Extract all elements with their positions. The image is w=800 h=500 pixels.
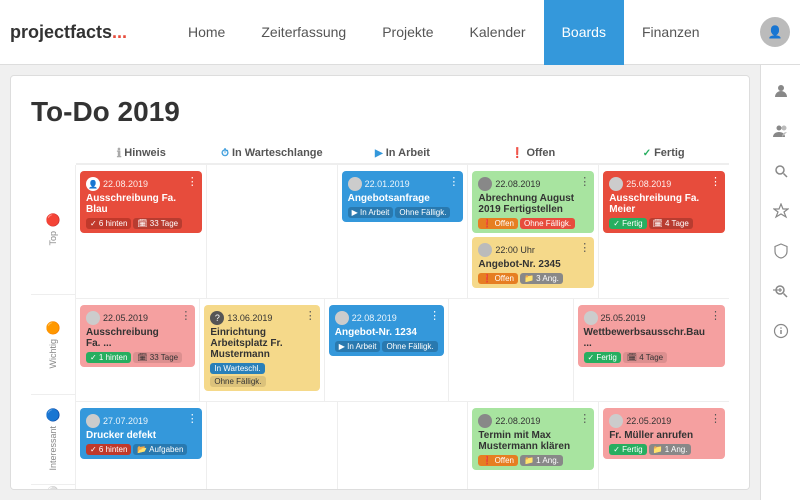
cell-top-fertig: 25.08.2019 Ausschreibung Fa. Meier ⋮ ✓ F… bbox=[599, 165, 729, 298]
board-title: To-Do 2019 bbox=[31, 96, 729, 128]
cell-int-hinweis: 27.07.2019 Drucker defekt ⋮ ✓ 6 hinten 📂… bbox=[76, 402, 207, 490]
sidebar-icon-info[interactable] bbox=[765, 315, 797, 347]
cell-wichtig-hinweis: 22.05.2019 Ausschreibung Fa. ... ⋮ ✓ 1 h… bbox=[76, 299, 200, 401]
cell-top-arbeit: 22.01.2019 Angebotsanfrage ⋮ ▶ In Arbeit… bbox=[338, 165, 469, 298]
cell-int-arbeit bbox=[338, 402, 469, 490]
row-labels: 🔴 Top 🟠 Wichtig 🔵 Interessant ⚪ Niedrige… bbox=[31, 165, 76, 490]
nav-zeiterfassung[interactable]: Zeiterfassung bbox=[243, 0, 364, 65]
sidebar-icon-shield[interactable] bbox=[765, 235, 797, 267]
cell-top-warteschlange bbox=[207, 165, 338, 298]
sidebar-icon-search[interactable] bbox=[765, 155, 797, 187]
card-termin-max[interactable]: 22.08.2019 Termin mit Max Mustermann klä… bbox=[472, 408, 594, 470]
board-row-wichtig: 22.05.2019 Ausschreibung Fa. ... ⋮ ✓ 1 h… bbox=[76, 299, 729, 402]
sidebar-icon-zoom[interactable] bbox=[765, 275, 797, 307]
card-fr-mueller[interactable]: 22.05.2019 Fr. Müller anrufen ⋮ ✓ Fertig… bbox=[603, 408, 725, 459]
card-angebotsanfrage[interactable]: 22.01.2019 Angebotsanfrage ⋮ ▶ In Arbeit… bbox=[342, 171, 464, 222]
card-drucker[interactable]: 27.07.2019 Drucker defekt ⋮ ✓ 6 hinten 📂… bbox=[80, 408, 202, 459]
col-header-arbeit: ▶ In Arbeit bbox=[337, 143, 468, 165]
nav-kalender[interactable]: Kalender bbox=[452, 0, 544, 65]
nav-right: 👤 bbox=[760, 17, 790, 47]
row-label-wichtig: 🟠 Wichtig bbox=[31, 295, 76, 395]
board-content: To-Do 2019 🔴 Top 🟠 Wichtig 🔵 Interessan bbox=[10, 75, 750, 490]
card-angebot-2345[interactable]: 22:00 Uhr Angebot-Nr. 2345 ⋮ ❗ Offen 📁 3… bbox=[472, 237, 594, 288]
card-ausschreibung-meier[interactable]: 25.08.2019 Ausschreibung Fa. Meier ⋮ ✓ F… bbox=[603, 171, 725, 233]
col-header-fertig: ✓ Fertig bbox=[598, 143, 729, 165]
card-wettbewerb[interactable]: 25.05.2019 Wettbewerbsausschr.Bau ... ⋮ … bbox=[578, 305, 726, 367]
cell-top-hinweis: 👤 22.08.2019 Ausschreibung Fa. Blau ⋮ ✓ … bbox=[76, 165, 207, 298]
sidebar-icon-person[interactable] bbox=[765, 75, 797, 107]
cell-wichtig-fertig: 25.05.2019 Wettbewerbsausschr.Bau ... ⋮ … bbox=[574, 299, 730, 401]
nav-boards[interactable]: Boards bbox=[544, 0, 624, 65]
cell-wichtig-warteschlange: ? 13.06.2019 Einrichtung Arbeitsplatz Fr… bbox=[200, 299, 324, 401]
cell-wichtig-offen bbox=[449, 299, 573, 401]
board-row-top: 👤 22.08.2019 Ausschreibung Fa. Blau ⋮ ✓ … bbox=[76, 165, 729, 299]
cell-top-offen: 22.08.2019 Abrechnung August 2019 Fertig… bbox=[468, 165, 599, 298]
main-container: To-Do 2019 🔴 Top 🟠 Wichtig 🔵 Interessan bbox=[0, 65, 800, 500]
col-header-offen: ❗ Offen bbox=[468, 143, 599, 165]
sidebar-icon-star[interactable] bbox=[765, 195, 797, 227]
row-label-top: 🔴 Top bbox=[31, 165, 76, 295]
nav-finanzen[interactable]: Finanzen bbox=[624, 0, 718, 65]
columns-area: ℹ Hinweis ⏱ In Warteschlange ▶ In Arbeit bbox=[76, 143, 729, 490]
card-einrichtung-arbeitsplatz[interactable]: ? 13.06.2019 Einrichtung Arbeitsplatz Fr… bbox=[204, 305, 319, 391]
col-header-hinweis: ℹ Hinweis bbox=[76, 143, 207, 165]
cell-wichtig-arbeit: 22.08.2019 Angebot-Nr. 1234 ⋮ ▶ In Arbei… bbox=[325, 299, 449, 401]
right-sidebar bbox=[760, 65, 800, 500]
col-header-warteschlange: ⏱ In Warteschlange bbox=[207, 143, 338, 165]
nav: Home Zeiterfassung Projekte Kalender Boa… bbox=[170, 0, 760, 65]
nav-home[interactable]: Home bbox=[170, 0, 243, 65]
row-label-niedrig: ⚪ Niedrige Priorität bbox=[31, 485, 76, 490]
cell-int-fertig: 22.05.2019 Fr. Müller anrufen ⋮ ✓ Fertig… bbox=[599, 402, 729, 490]
sidebar-icon-users[interactable] bbox=[765, 115, 797, 147]
cell-int-offen: 22.08.2019 Termin mit Max Mustermann klä… bbox=[468, 402, 599, 490]
avatar[interactable]: 👤 bbox=[760, 17, 790, 47]
card-ausschreibung-light[interactable]: 22.05.2019 Ausschreibung Fa. ... ⋮ ✓ 1 h… bbox=[80, 305, 195, 367]
card-angebot-1234[interactable]: 22.08.2019 Angebot-Nr. 1234 ⋮ ▶ In Arbei… bbox=[329, 305, 444, 356]
col-headers: ℹ Hinweis ⏱ In Warteschlange ▶ In Arbeit bbox=[76, 143, 729, 165]
board-row-interessant: 27.07.2019 Drucker defekt ⋮ ✓ 6 hinten 📂… bbox=[76, 402, 729, 490]
topnav: projectfacts... Home Zeiterfassung Proje… bbox=[0, 0, 800, 65]
logo: projectfacts... bbox=[10, 22, 140, 43]
row-label-interessant: 🔵 Interessant bbox=[31, 395, 76, 485]
card-ausschreibung-blau[interactable]: 👤 22.08.2019 Ausschreibung Fa. Blau ⋮ ✓ … bbox=[80, 171, 202, 233]
cell-int-warteschlange bbox=[207, 402, 338, 490]
card-abrechnung-aug[interactable]: 22.08.2019 Abrechnung August 2019 Fertig… bbox=[472, 171, 594, 233]
nav-projekte[interactable]: Projekte bbox=[364, 0, 451, 65]
